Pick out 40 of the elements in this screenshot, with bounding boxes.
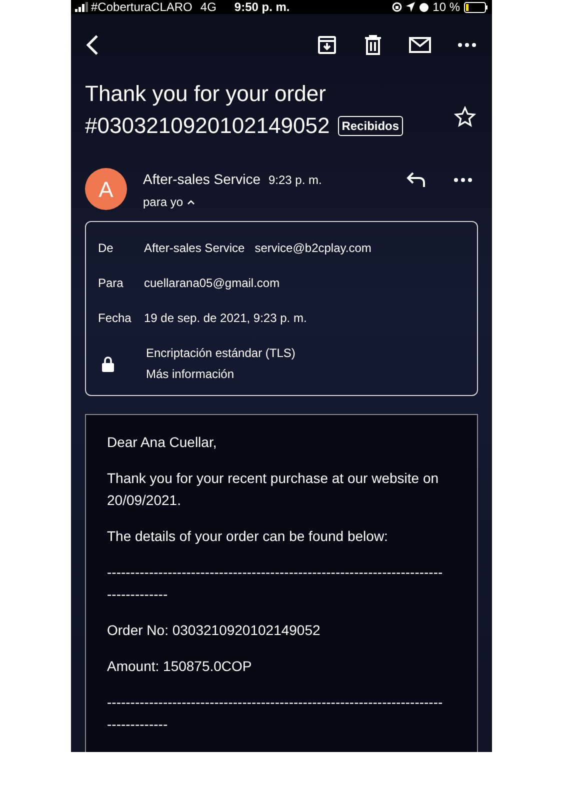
star-button[interactable] xyxy=(454,106,476,128)
body-paragraph: Order No: 0303210920102149052 xyxy=(107,621,322,640)
location-icon xyxy=(406,2,415,12)
encryption-info: Encriptación estándar (TLS) xyxy=(146,345,296,362)
email-subject: Thank you for your order xyxy=(85,80,327,108)
body-paragraph: Thank you for your recent purchase at our website on 20/09/2021. xyxy=(107,469,440,510)
more-button[interactable] xyxy=(454,178,472,182)
detail-label: Fecha xyxy=(98,310,132,326)
sender-name: After-sales Service xyxy=(143,170,260,189)
network-type: 4G xyxy=(200,1,216,13)
signal-icon xyxy=(75,2,89,12)
label-tag[interactable]: Recibidos xyxy=(338,116,404,136)
detail-value: cuellarana05@gmail.com xyxy=(144,274,280,292)
more-button[interactable] xyxy=(458,43,476,47)
detail-label: Para xyxy=(98,274,124,292)
detail-value: 19 de sep. de 2021, 9:23 p. m. xyxy=(144,310,307,326)
delete-button[interactable] xyxy=(364,35,382,55)
body-paragraph: Dear Ana Cuellar, xyxy=(107,433,218,452)
carrier-name: #CoberturaCLARO xyxy=(91,1,192,13)
email-subject: #0303210920102149052 xyxy=(85,112,330,140)
received-time: 9:23 p. m. xyxy=(268,172,322,189)
mail-button[interactable] xyxy=(409,37,431,53)
more-info-link[interactable]: Más información xyxy=(146,364,296,385)
rotation-lock-icon xyxy=(392,2,402,12)
detail-value: After-sales Service xyxy=(144,240,245,256)
caret-icon xyxy=(187,199,196,205)
lock-icon xyxy=(102,356,114,372)
clock-time: 9:50 p. m. xyxy=(234,1,290,13)
body-paragraph: Amount: 150875.0COP xyxy=(107,657,253,676)
battery-percent: 10 % xyxy=(432,1,460,13)
battery-icon xyxy=(464,2,488,12)
reply-button[interactable] xyxy=(406,172,426,188)
detail-label: De xyxy=(98,240,114,256)
sender-avatar: A xyxy=(85,168,127,210)
archive-button[interactable] xyxy=(317,35,337,55)
recipients-toggle[interactable]: para yo xyxy=(143,193,196,211)
body-paragraph: ------------------------------------------------------------------------------------- xyxy=(107,563,444,604)
sender-email: service@b2cplay.com xyxy=(254,240,372,256)
body-paragraph: ------------------------------------------------------------------------------------- xyxy=(107,693,444,734)
body-paragraph: The details of your order can be found below: xyxy=(107,527,389,546)
